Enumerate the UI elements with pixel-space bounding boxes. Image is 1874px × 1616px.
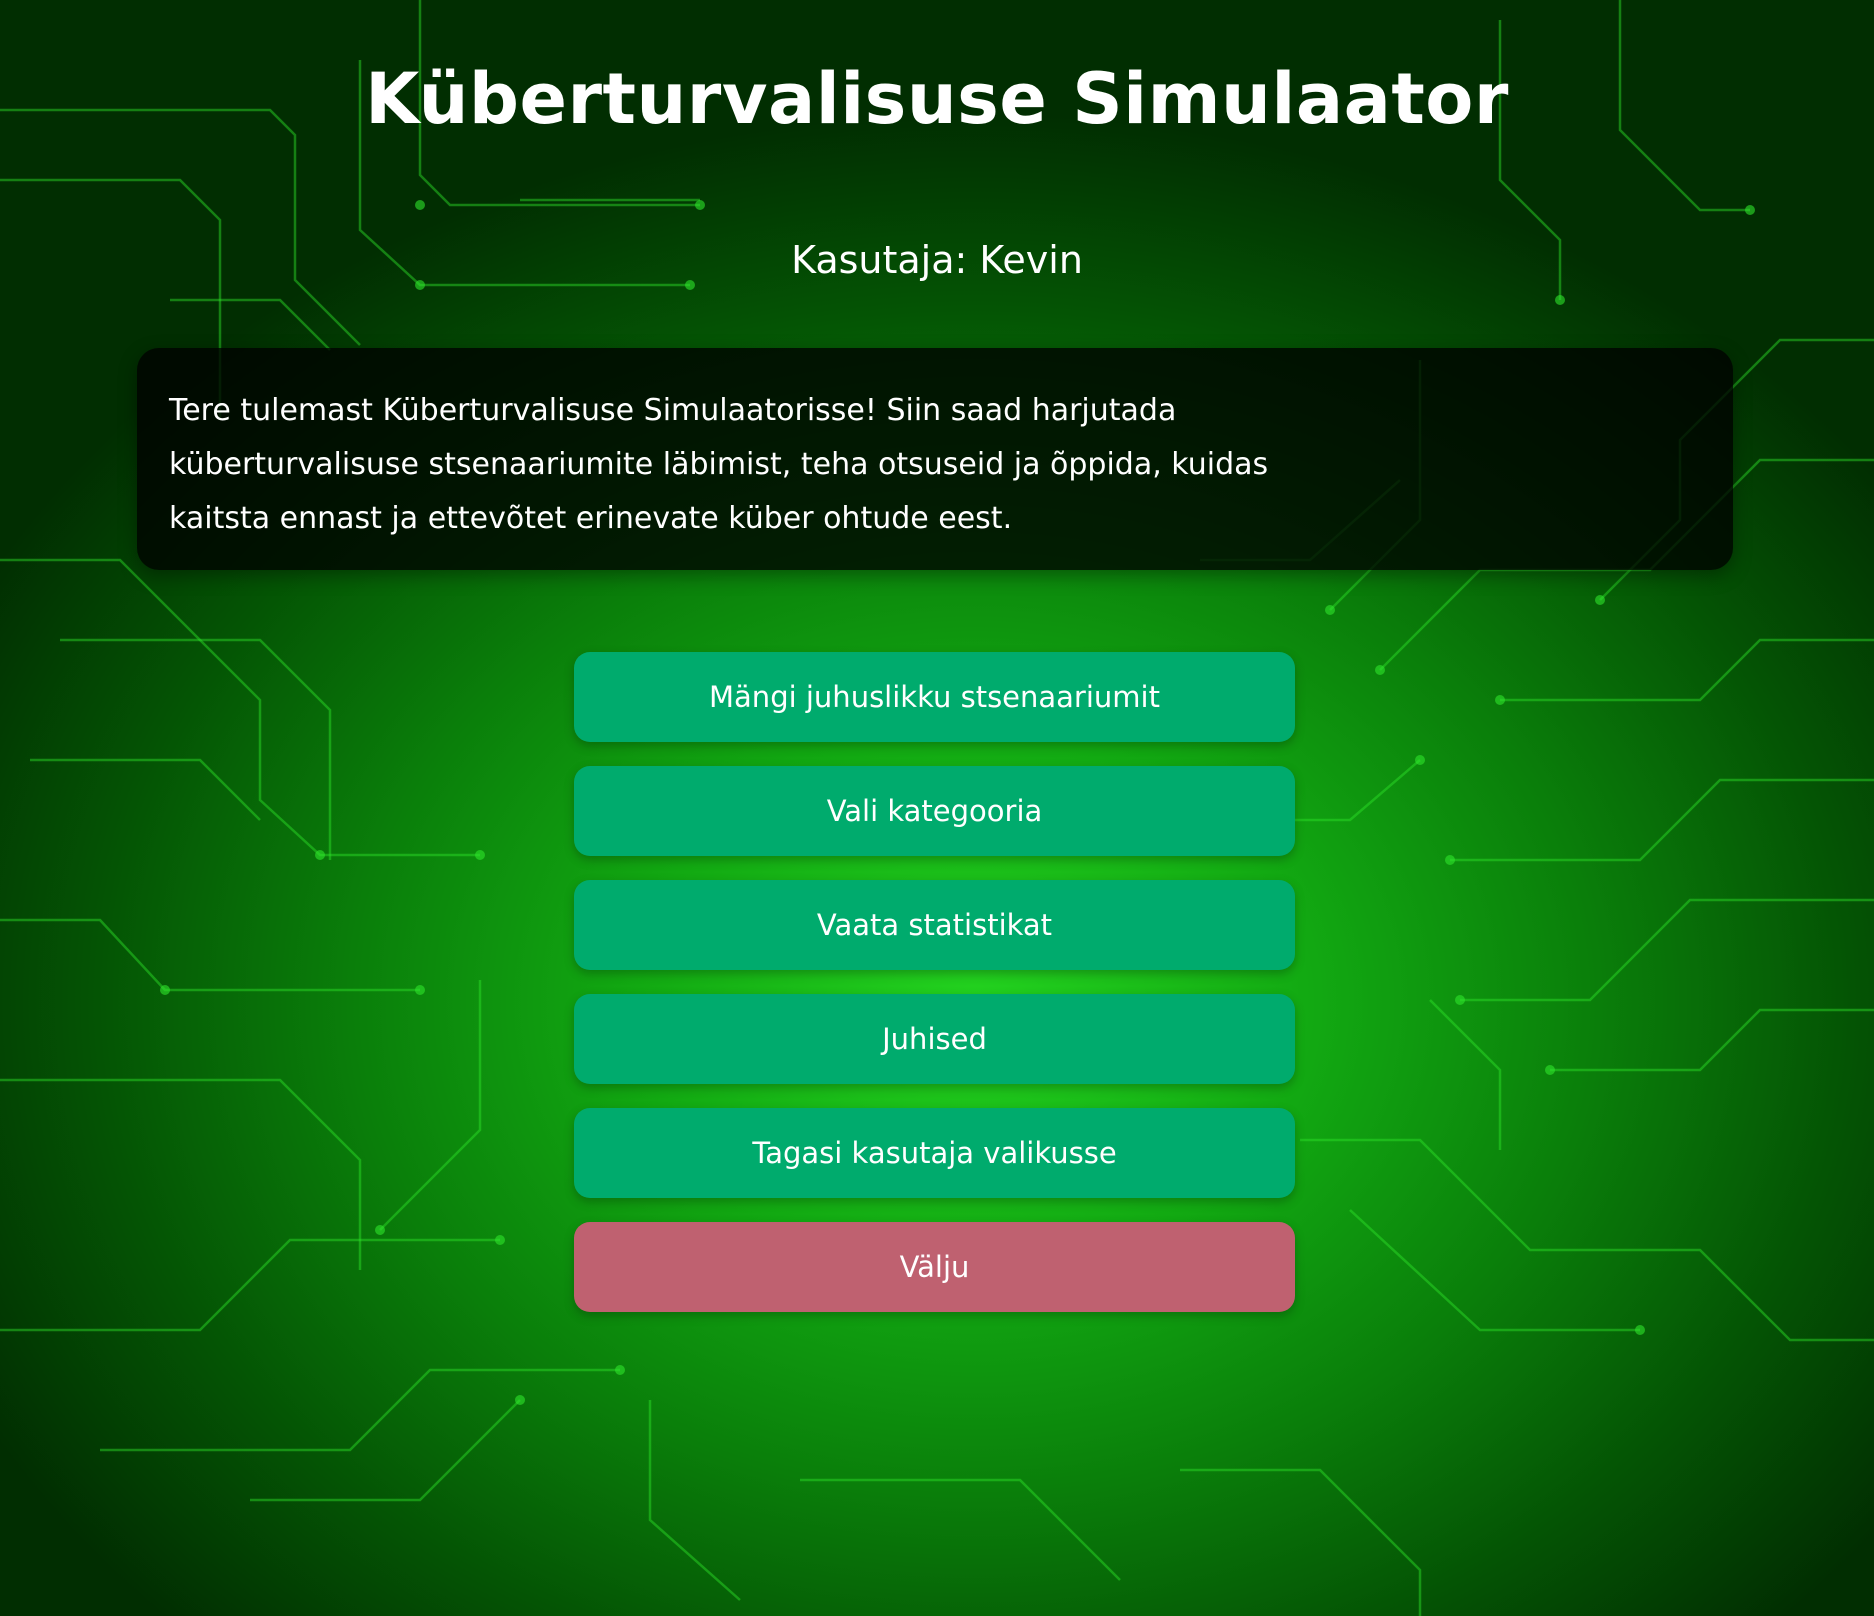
page-title: Küberturvalisuse Simulaator [365,58,1509,140]
welcome-panel: Tere tulemast Küberturvalisuse Simulaato… [137,348,1733,570]
choose-category-button[interactable]: Vali kategooria [574,766,1295,856]
welcome-text: Tere tulemast Küberturvalisuse Simulaato… [169,393,1269,536]
exit-button[interactable]: Välju [574,1222,1295,1312]
main-menu: Mängi juhuslikku stsenaariumit Vali kate… [574,652,1295,1336]
play-random-scenario-button[interactable]: Mängi juhuslikku stsenaariumit [574,652,1295,742]
back-to-user-selection-button[interactable]: Tagasi kasutaja valikusse [574,1108,1295,1198]
app-screen: Küberturvalisuse Simulaator Kasutaja: Ke… [0,0,1874,1616]
instructions-button[interactable]: Juhised [574,994,1295,1084]
view-statistics-button[interactable]: Vaata statistikat [574,880,1295,970]
current-user-label: Kasutaja: Kevin [791,238,1083,282]
